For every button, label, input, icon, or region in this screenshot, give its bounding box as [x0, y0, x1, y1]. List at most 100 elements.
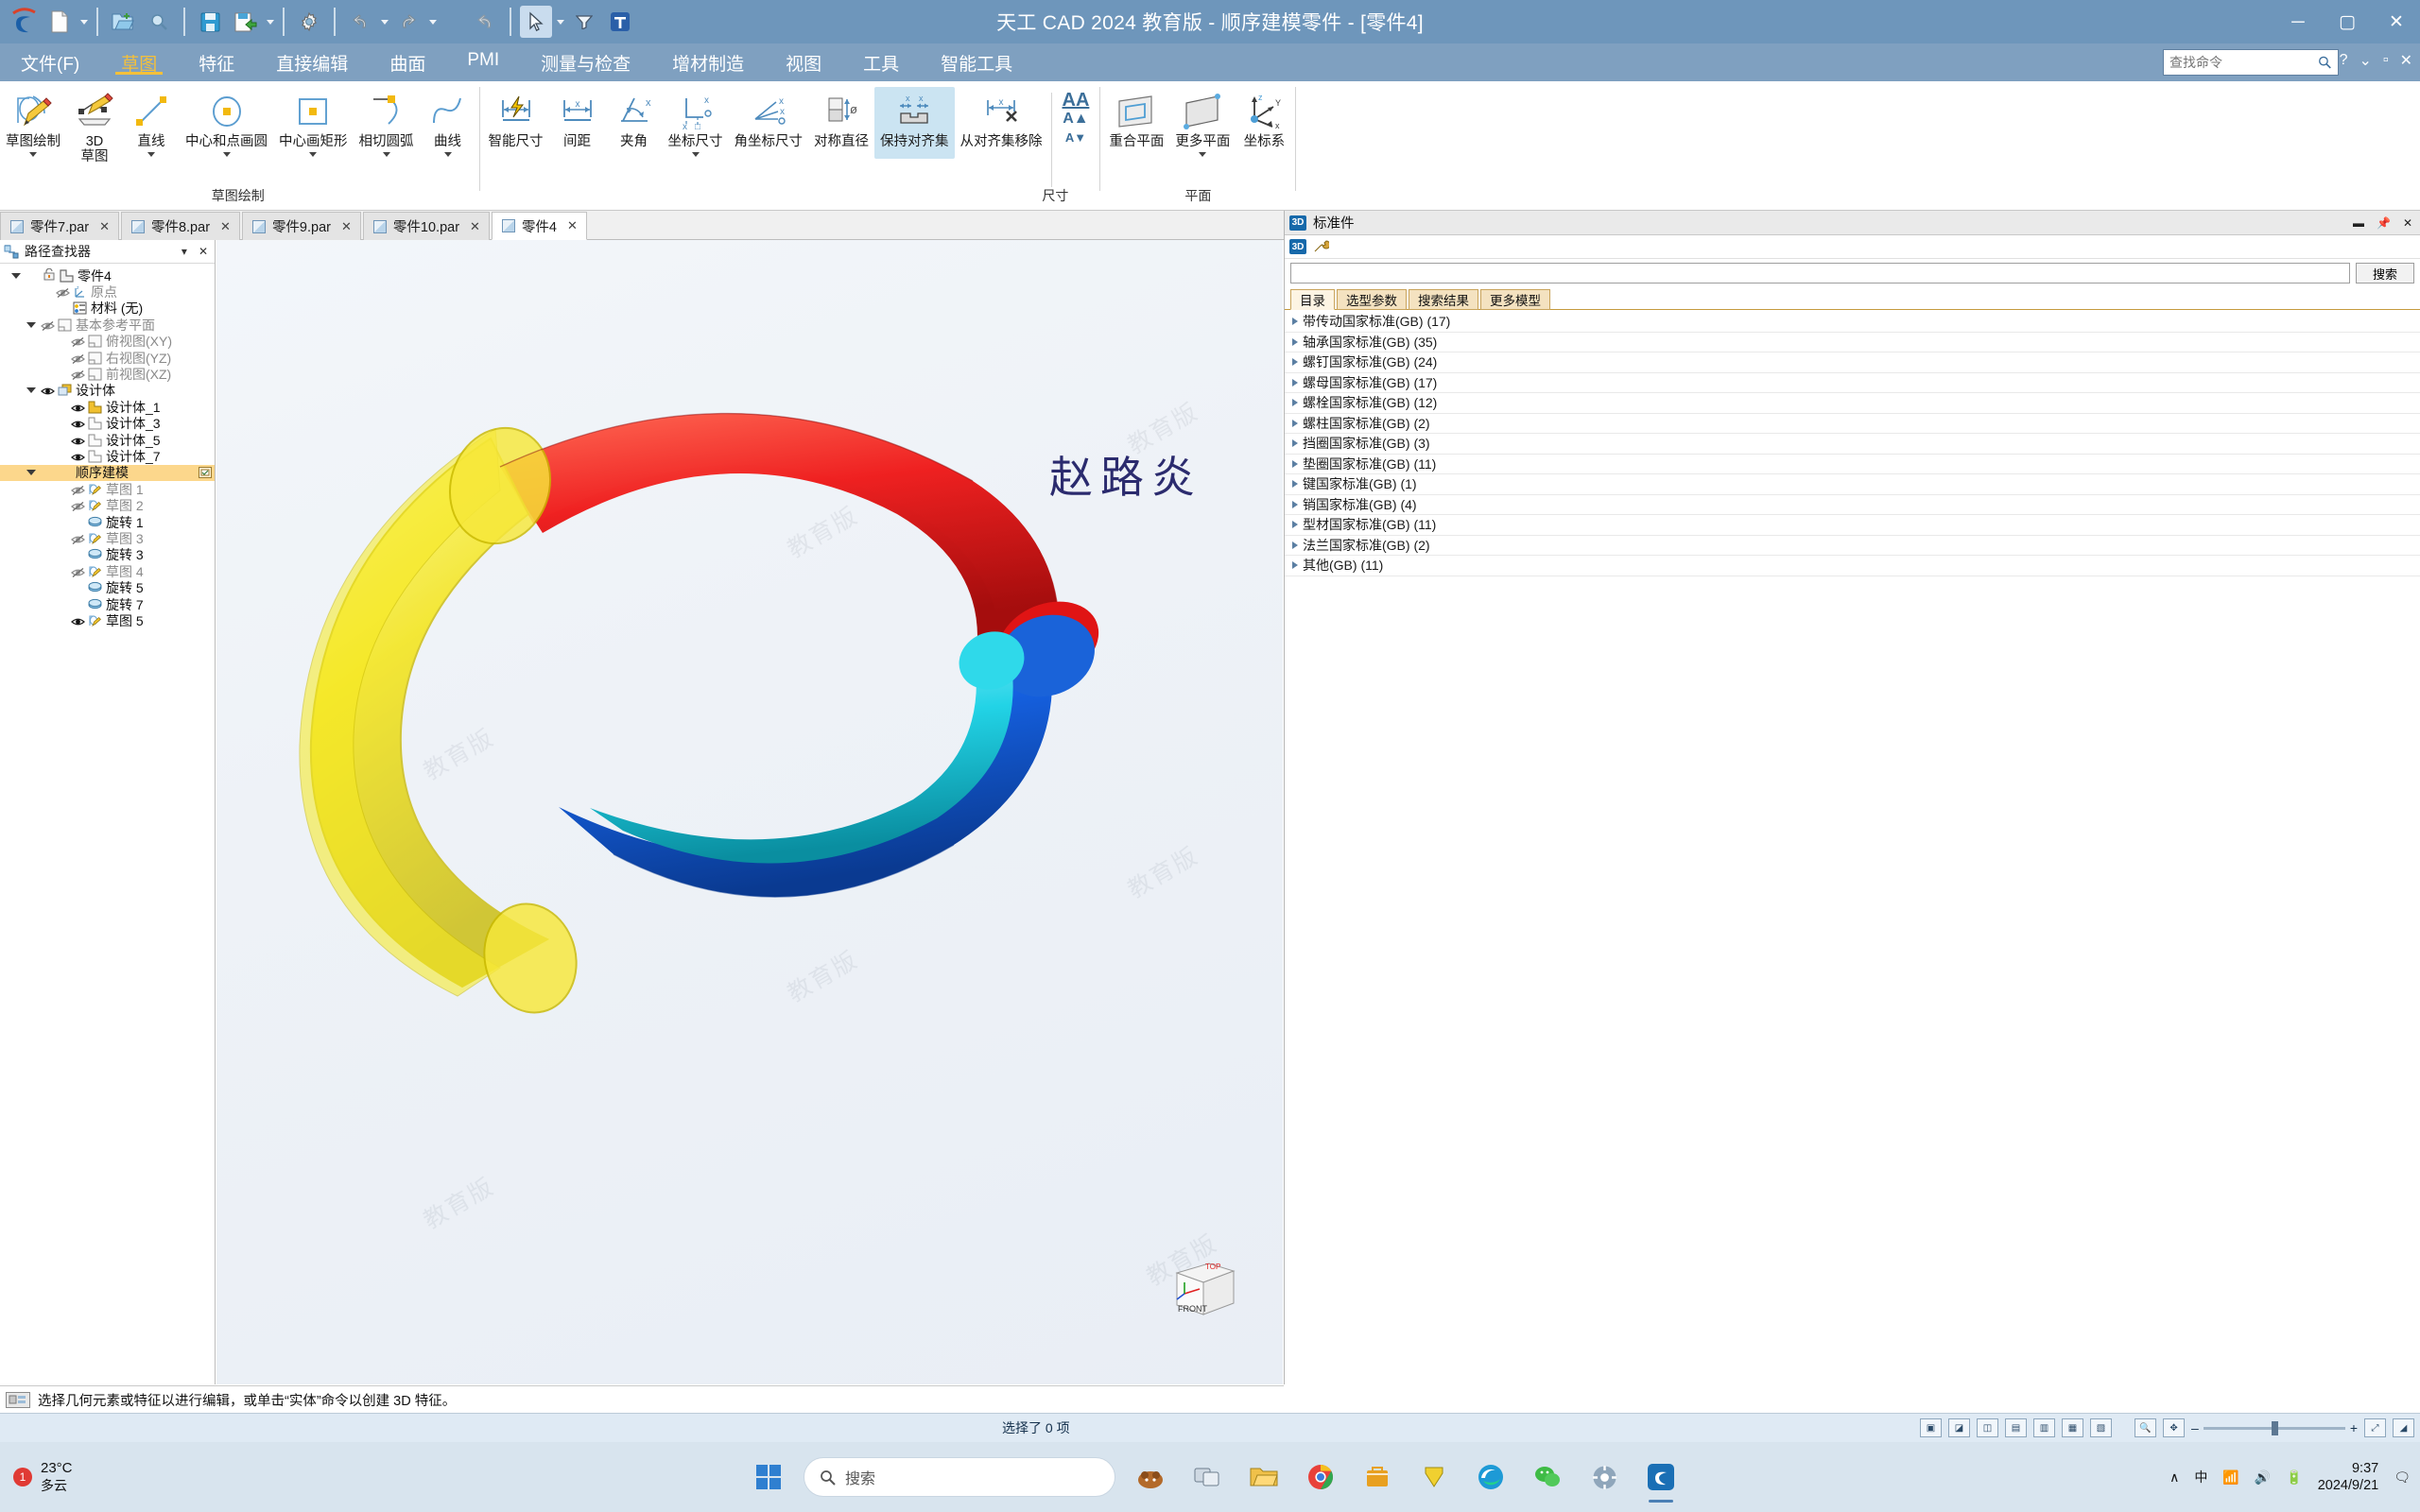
save-button[interactable]: [194, 6, 226, 38]
expand-collapse-icon[interactable]: [25, 321, 37, 328]
notification-center-icon[interactable]: 🗨: [2394, 1469, 2411, 1486]
standard-part-item-10[interactable]: 型材国家标准(GB) (11): [1285, 515, 2420, 536]
visibility-toggle-icon[interactable]: [71, 369, 85, 381]
hidden-edges-icon[interactable]: ▥: [2033, 1418, 2056, 1437]
expand-arrow-icon[interactable]: [1292, 439, 1298, 448]
expand-arrow-icon[interactable]: [1292, 378, 1298, 387]
ribbon-button-coordinate-dimension[interactable]: x □ x 坐标尺寸: [663, 87, 729, 159]
app-icon[interactable]: [1412, 1455, 1456, 1499]
network-icon[interactable]: 📶: [2222, 1469, 2238, 1486]
close-button[interactable]: ✕: [2380, 13, 2412, 31]
zoom-tool-icon[interactable]: 🔍: [2135, 1418, 2157, 1437]
ribbon-button-line[interactable]: 直线: [123, 87, 180, 159]
help-icon[interactable]: ?: [2340, 52, 2348, 69]
store-icon[interactable]: [1356, 1455, 1399, 1499]
tree-item-17[interactable]: 旋转 3: [0, 547, 215, 563]
visibility-toggle-icon[interactable]: [41, 385, 55, 396]
close-icon[interactable]: ✕: [341, 219, 352, 234]
doc-tab-0[interactable]: 零件7.par ✕: [0, 212, 119, 240]
menu-item-pmi[interactable]: PMI: [446, 43, 520, 81]
menu-item-direct-edit[interactable]: 直接编辑: [255, 43, 369, 81]
chevron-down-icon[interactable]: [222, 152, 231, 157]
file-explorer-icon[interactable]: [1242, 1455, 1286, 1499]
tree-item-4[interactable]: 俯视图(XY): [0, 334, 215, 350]
doc-tab-4[interactable]: 零件4 ✕: [491, 212, 587, 240]
expand-collapse-icon[interactable]: [9, 272, 22, 279]
visibility-toggle-icon[interactable]: [71, 352, 85, 364]
close-icon[interactable]: ✕: [220, 219, 231, 234]
start-button[interactable]: [747, 1455, 790, 1499]
expand-arrow-icon[interactable]: [1292, 337, 1298, 346]
menu-item-tools[interactable]: 工具: [842, 43, 920, 81]
visibility-toggle-icon[interactable]: [41, 319, 55, 331]
tree-item-7[interactable]: 设计体: [0, 383, 215, 399]
ribbon-button-sketch-draw[interactable]: 草图绘制: [0, 87, 66, 159]
pan-tool-icon[interactable]: ✥: [2163, 1418, 2186, 1437]
ime-icon[interactable]: 中: [2194, 1468, 2207, 1486]
menu-item-measure[interactable]: 测量与检查: [520, 43, 651, 81]
settings-gear-icon[interactable]: [293, 6, 325, 38]
standard-part-item-12[interactable]: 其他(GB) (11): [1285, 556, 2420, 576]
close-icon[interactable]: ✕: [567, 218, 578, 233]
taskbar-search-box[interactable]: 搜索: [804, 1457, 1115, 1497]
open-file-button[interactable]: [107, 6, 139, 38]
save-as-dropdown-icon[interactable]: [267, 19, 274, 25]
standard-part-item-5[interactable]: 螺柱国家标准(GB) (2): [1285, 414, 2420, 434]
panel-collapse-icon[interactable]: ▬: [2350, 216, 2367, 230]
edge-icon[interactable]: [1469, 1455, 1512, 1499]
standard-part-item-8[interactable]: 键国家标准(GB) (1): [1285, 474, 2420, 495]
chevron-down-icon[interactable]: [1199, 152, 1207, 157]
tree-item-5[interactable]: 右视图(YZ): [0, 350, 215, 366]
doc-restore-icon[interactable]: ▫: [2383, 52, 2389, 69]
visible-edges-icon[interactable]: ◫: [1977, 1418, 1999, 1437]
zoom-knob[interactable]: [2271, 1420, 2278, 1435]
text-tool-button[interactable]: [604, 6, 636, 38]
tree-item-21[interactable]: 草图 5: [0, 612, 215, 628]
tree-item-13[interactable]: 草图 1: [0, 481, 215, 497]
open-search-icon[interactable]: [143, 6, 175, 38]
expand-arrow-icon[interactable]: [1292, 318, 1298, 326]
expand-arrow-icon[interactable]: [1292, 521, 1298, 529]
render-mode-icon[interactable]: ▣: [1920, 1418, 1943, 1437]
menu-item-smart-tools[interactable]: 智能工具: [920, 43, 1033, 81]
expand-arrow-icon[interactable]: [1292, 419, 1298, 427]
tree-item-0[interactable]: 零件4: [0, 267, 215, 284]
filter-icon[interactable]: [568, 6, 600, 38]
ribbon-button-circle-center-point[interactable]: 中心和点画圆: [180, 87, 273, 159]
close-icon[interactable]: ✕: [99, 219, 110, 234]
visibility-toggle-icon[interactable]: [71, 335, 85, 348]
expand-collapse-icon[interactable]: [25, 470, 37, 476]
zoom-track[interactable]: [2203, 1420, 2345, 1435]
menu-item-sketch[interactable]: 草图: [100, 43, 178, 81]
weather-widget[interactable]: 1 23°C 多云: [0, 1460, 73, 1495]
tree-item-2[interactable]: 材料 (无): [0, 301, 215, 317]
ribbon-button-remove-from-align-set[interactable]: x 从对齐集移除: [955, 87, 1048, 159]
tree-item-19[interactable]: 旋转 5: [0, 579, 215, 595]
undo-all-button[interactable]: [469, 6, 501, 38]
doc-tab-3[interactable]: 零件10.par ✕: [362, 212, 490, 240]
visibility-toggle-icon[interactable]: [71, 500, 85, 512]
3d-viewport[interactable]: 教育版 教育版 教育版 教育版 教育版 教育版 教育版 赵路炎 TOP FRON…: [216, 240, 1283, 1384]
chevron-down-icon[interactable]: [443, 152, 452, 157]
tab-catalog[interactable]: 目录: [1290, 289, 1335, 310]
standard-part-item-2[interactable]: 螺钉国家标准(GB) (24): [1285, 352, 2420, 373]
visibility-toggle-icon[interactable]: [71, 402, 85, 413]
settings-icon[interactable]: [1582, 1455, 1626, 1499]
panel-menu-icon[interactable]: ▾: [179, 245, 190, 258]
tab-more-models[interactable]: 更多模型: [1480, 289, 1550, 310]
visibility-toggle-icon[interactable]: [71, 615, 85, 627]
panel-close-icon[interactable]: ✕: [196, 245, 211, 258]
ribbon-button-more-planes[interactable]: 更多平面: [1169, 87, 1236, 159]
menu-item-additive[interactable]: 增材制造: [651, 43, 765, 81]
ribbon-button-coordinate-system[interactable]: z Y x 坐标系: [1236, 87, 1292, 159]
maximize-button[interactable]: ▢: [2331, 13, 2363, 31]
volume-icon[interactable]: 🔊: [2255, 1469, 2271, 1486]
select-tool-button[interactable]: [520, 6, 552, 38]
minimize-button[interactable]: ─: [2282, 13, 2314, 31]
expand-arrow-icon[interactable]: [1292, 358, 1298, 367]
tree-item-20[interactable]: 旋转 7: [0, 596, 215, 612]
tree-item-15[interactable]: 旋转 1: [0, 514, 215, 530]
ribbon-button-angle[interactable]: x 夹角: [606, 87, 663, 159]
shaded-mode-icon[interactable]: ◪: [1948, 1418, 1971, 1437]
tree-item-11[interactable]: 设计体_7: [0, 448, 215, 464]
